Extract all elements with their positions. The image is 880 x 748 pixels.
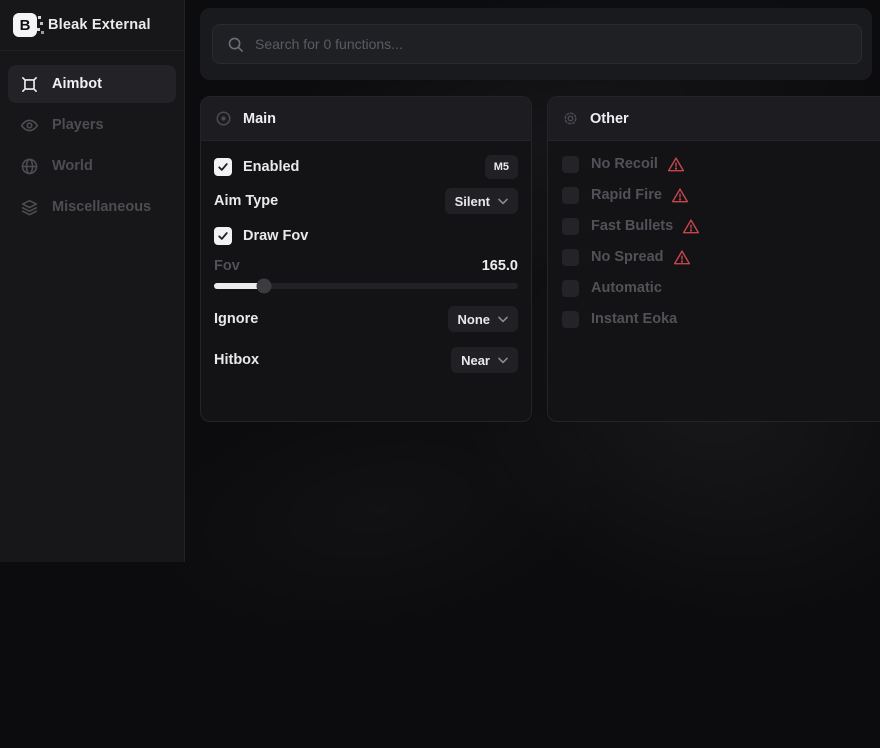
aim-type-value: Silent [455, 194, 490, 209]
search-input[interactable] [255, 36, 847, 52]
no-recoil-checkbox[interactable] [562, 156, 579, 173]
sidebar: B Bleak External Aimbot Players [0, 0, 185, 562]
globe-icon [20, 157, 39, 176]
warning-icon [671, 187, 689, 204]
fast-bullets-checkbox[interactable] [562, 218, 579, 235]
hitbox-label: Hitbox [214, 352, 259, 368]
draw-fov-checkbox[interactable] [214, 227, 232, 245]
sidebar-item-label: Players [52, 117, 104, 133]
main-panel-title: Main [243, 111, 276, 127]
sidebar-item-players[interactable]: Players [8, 106, 176, 144]
ignore-row: Ignore None [214, 306, 518, 332]
sidebar-item-aimbot[interactable]: Aimbot [8, 65, 176, 103]
gear-icon [562, 110, 579, 127]
toggle-row-instant-eoka: Instant Eoka [562, 310, 880, 328]
sidebar-item-label: Aimbot [52, 76, 102, 92]
app-logo-icon: B [13, 13, 37, 37]
sidebar-item-label: World [52, 158, 93, 174]
instant-eoka-label: Instant Eoka [591, 311, 677, 327]
draw-fov-row: Draw Fov [214, 227, 518, 245]
sidebar-item-miscellaneous[interactable]: Miscellaneous [8, 188, 176, 226]
search-panel [200, 8, 872, 80]
sidebar-header: B Bleak External [0, 0, 184, 51]
toggle-row-automatic: Automatic [562, 279, 880, 297]
instant-eoka-checkbox[interactable] [562, 311, 579, 328]
search-icon [227, 36, 244, 53]
warning-icon [667, 156, 685, 173]
fov-value: 165.0 [482, 258, 518, 274]
no-recoil-label: No Recoil [591, 156, 658, 172]
hitbox-value: Near [461, 353, 490, 368]
no-spread-checkbox[interactable] [562, 249, 579, 266]
chevron-down-icon [498, 316, 508, 323]
other-panel: Other No Recoil Rapid Fire Fast Bullets [547, 96, 880, 422]
hitbox-dropdown[interactable]: Near [451, 347, 518, 373]
main-panel: Main Enabled M5 Aim Type Silent [200, 96, 532, 422]
sidebar-nav: Aimbot Players World [0, 51, 184, 240]
aim-type-row: Aim Type Silent [214, 188, 518, 214]
enabled-checkbox[interactable] [214, 158, 232, 176]
other-panel-header: Other [548, 97, 880, 141]
no-spread-label: No Spread [591, 249, 664, 265]
fov-slider-thumb[interactable] [257, 279, 272, 294]
automatic-label: Automatic [591, 280, 662, 296]
enabled-label: Enabled [243, 159, 299, 175]
keybind-badge[interactable]: M5 [485, 155, 518, 179]
automatic-checkbox[interactable] [562, 280, 579, 297]
other-panel-title: Other [590, 111, 629, 127]
crosshair-icon [20, 75, 39, 94]
toggle-row-rapid-fire: Rapid Fire [562, 186, 880, 204]
chevron-down-icon [498, 198, 508, 205]
main-panel-header: Main [201, 97, 531, 141]
main-panel-body: Enabled M5 Aim Type Silent Draw Fov Fov … [201, 141, 531, 421]
other-panel-body: No Recoil Rapid Fire Fast Bullets [548, 141, 880, 328]
rapid-fire-label: Rapid Fire [591, 187, 662, 203]
eye-icon [20, 116, 39, 135]
fov-slider[interactable] [214, 283, 518, 289]
ignore-dropdown[interactable]: None [448, 306, 519, 332]
draw-fov-label: Draw Fov [243, 228, 308, 244]
fov-row: Fov 165.0 [214, 257, 518, 275]
hitbox-row: Hitbox Near [214, 347, 518, 373]
aim-type-label: Aim Type [214, 193, 278, 209]
enabled-row: Enabled M5 [214, 153, 518, 181]
chevron-down-icon [498, 357, 508, 364]
checkmark-icon [217, 230, 229, 242]
toggle-row-no-spread: No Spread [562, 248, 880, 266]
aim-type-dropdown[interactable]: Silent [445, 188, 518, 214]
app-title: Bleak External [48, 17, 151, 33]
fov-label: Fov [214, 258, 240, 274]
target-icon [215, 110, 232, 127]
ignore-label: Ignore [214, 311, 258, 327]
search-box[interactable] [212, 24, 862, 64]
sidebar-item-world[interactable]: World [8, 147, 176, 185]
fast-bullets-label: Fast Bullets [591, 218, 673, 234]
warning-icon [673, 249, 691, 266]
warning-icon [682, 218, 700, 235]
ignore-value: None [458, 312, 491, 327]
layers-icon [20, 198, 39, 217]
rapid-fire-checkbox[interactable] [562, 187, 579, 204]
checkmark-icon [217, 161, 229, 173]
toggle-row-fast-bullets: Fast Bullets [562, 217, 880, 235]
sidebar-item-label: Miscellaneous [52, 199, 151, 215]
toggle-row-no-recoil: No Recoil [562, 155, 880, 173]
